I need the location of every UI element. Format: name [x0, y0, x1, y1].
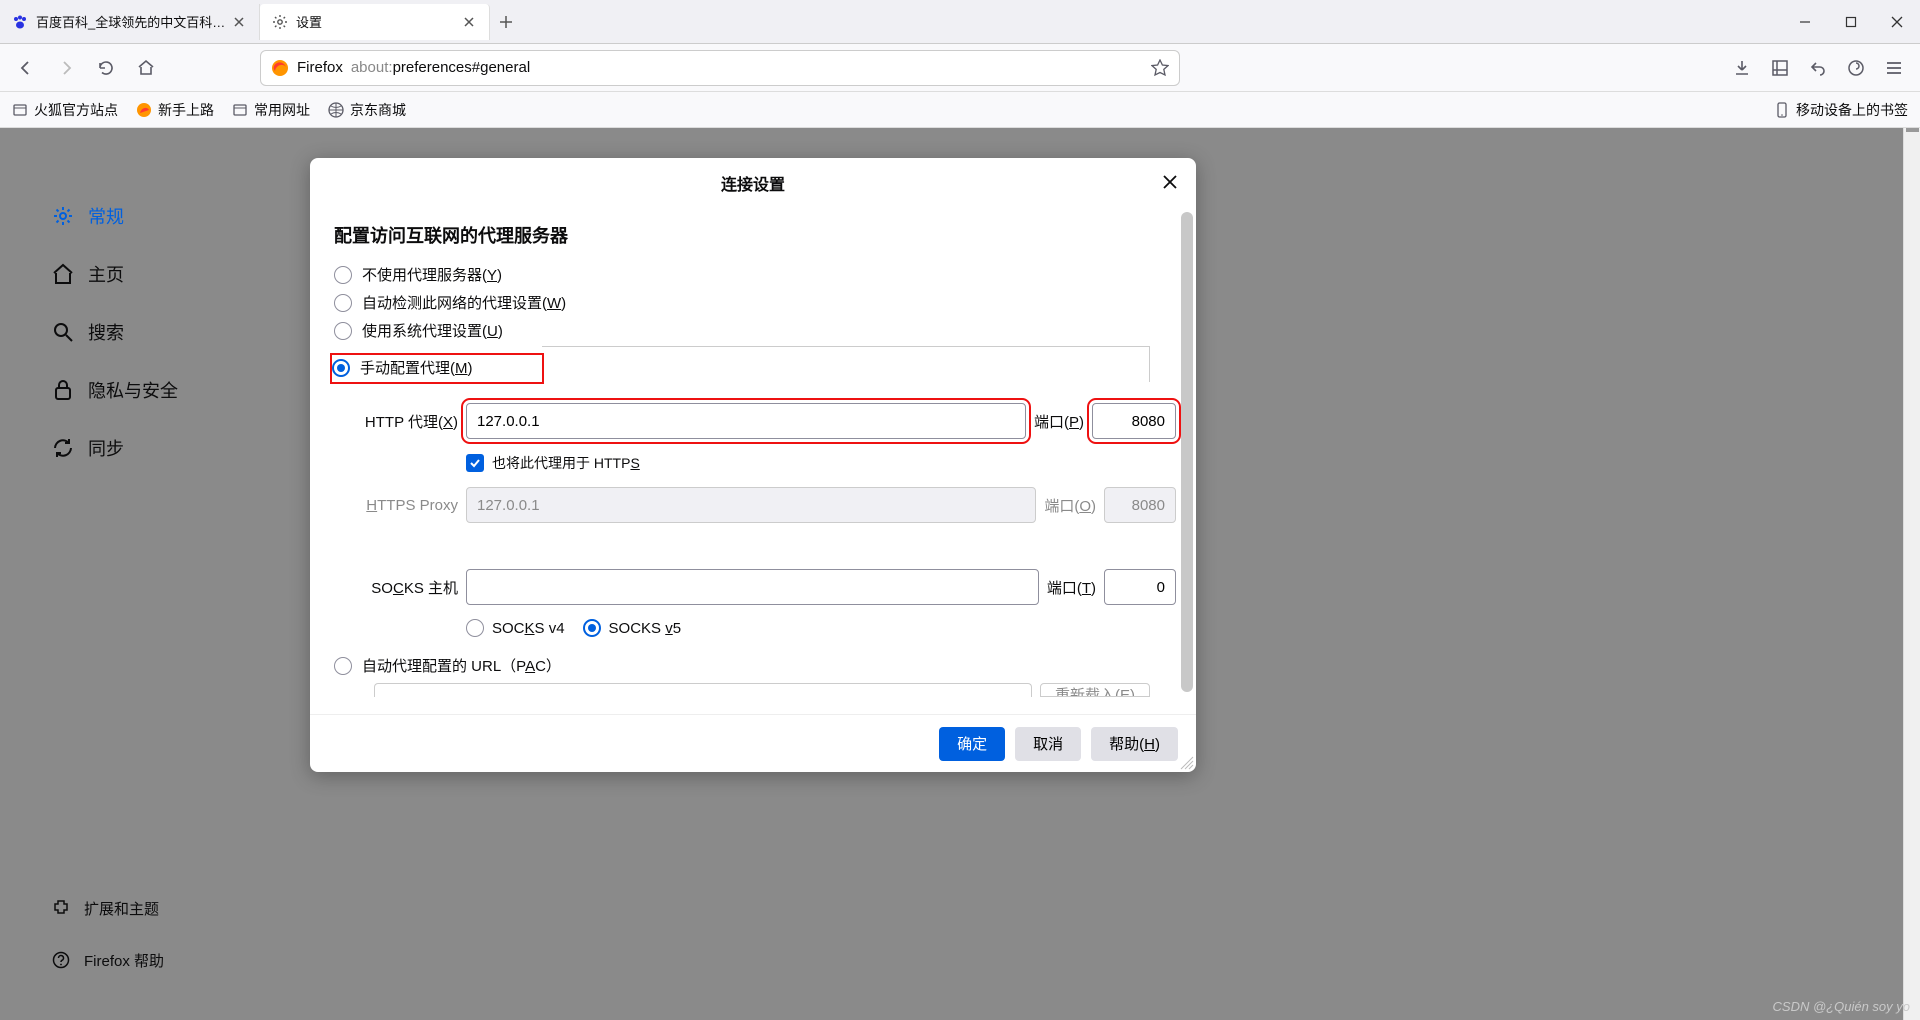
sidebar-item-label: Firefox 帮助 — [84, 950, 164, 971]
radio-icon — [583, 619, 601, 637]
reload-button[interactable] — [90, 52, 122, 84]
screenshot-icon[interactable] — [1764, 52, 1796, 84]
bookmark-item[interactable]: 常用网址 — [232, 100, 310, 120]
undo-icon[interactable] — [1802, 52, 1834, 84]
socks-port-label: 端口(T) — [1047, 577, 1096, 598]
http-proxy-label: HTTP 代理(X) — [334, 411, 458, 432]
radio-pac[interactable]: 自动代理配置的 URL（PAC） — [334, 655, 1176, 676]
socks-version-row: SOCKS v4 SOCKS v5 — [466, 619, 1176, 637]
http-proxy-input[interactable] — [466, 403, 1026, 439]
baidu-paw-icon — [12, 14, 28, 30]
page-scrollbar[interactable] — [1903, 128, 1920, 1020]
firefox-icon — [271, 59, 289, 77]
close-icon[interactable] — [461, 14, 477, 30]
sidebar-item-general[interactable]: 常规 — [40, 196, 190, 236]
dialog-footer: 确定 取消 帮助(H) — [310, 714, 1196, 772]
socks-host-row: SOCKS 主机 端口(T) — [334, 569, 1176, 605]
sidebar-item-home[interactable]: 主页 — [40, 254, 190, 294]
maximize-button[interactable] — [1828, 0, 1874, 44]
bookmark-bar: 火狐官方站点 新手上路 常用网址 京东商城 移动设备上的书签 — [0, 92, 1920, 128]
urlbar-text: about:preferences#general — [351, 59, 1143, 76]
radio-socks5[interactable]: SOCKS v5 — [583, 619, 682, 637]
cancel-button[interactable]: 取消 — [1015, 727, 1081, 761]
help-button[interactable]: 帮助(H) — [1091, 727, 1178, 761]
proxy-heading: 配置访问互联网的代理服务器 — [334, 222, 1176, 248]
sidebar-item-extensions[interactable]: 扩展和主题 — [40, 888, 176, 928]
sidebar-item-label: 扩展和主题 — [84, 898, 159, 919]
url-bar[interactable]: Firefox about:preferences#general — [260, 50, 1180, 86]
radio-socks4[interactable]: SOCKS v4 — [466, 619, 565, 637]
https-port-input — [1104, 487, 1176, 523]
http-port-input[interactable] — [1092, 403, 1176, 439]
watermark: CSDN @¿Quién soy yo — [1773, 999, 1910, 1014]
window-controls — [1782, 0, 1920, 44]
back-button[interactable] — [10, 52, 42, 84]
close-window-button[interactable] — [1874, 0, 1920, 44]
tab-title: 设置 — [296, 12, 461, 31]
radio-icon — [334, 322, 352, 340]
http-proxy-row: HTTP 代理(X) 端口(P) — [334, 403, 1176, 439]
radio-icon — [334, 294, 352, 312]
sidebar-item-label: 搜索 — [88, 319, 124, 345]
nav-toolbar: Firefox about:preferences#general — [0, 44, 1920, 92]
sidebar-item-label: 隐私与安全 — [88, 377, 178, 403]
http-port-label: 端口(P) — [1034, 411, 1084, 432]
bookmark-item[interactable]: 京东商城 — [328, 100, 406, 120]
home-button[interactable] — [130, 52, 162, 84]
urlbar-brand: Firefox — [297, 59, 343, 76]
ok-button[interactable]: 确定 — [939, 727, 1005, 761]
socks-port-input[interactable] — [1104, 569, 1176, 605]
radio-no-proxy[interactable]: 不使用代理服务器(Y) — [334, 264, 1176, 285]
radio-icon — [332, 359, 350, 377]
sidebar-item-label: 主页 — [88, 261, 124, 287]
gear-icon — [272, 14, 288, 30]
radio-icon — [334, 657, 352, 675]
titlebar: 百度百科_全球领先的中文百科全书 设置 — [0, 0, 1920, 44]
sidebar-item-search[interactable]: 搜索 — [40, 312, 190, 352]
https-proxy-label: HTTPS Proxy — [334, 497, 458, 514]
https-proxy-row: HTTPS Proxy 端口(O) — [334, 487, 1176, 523]
forward-button[interactable] — [50, 52, 82, 84]
preferences-sidebar: 常规 主页 搜索 隐私与安全 同步 扩展和主题 Firefox 帮助 — [0, 128, 260, 1020]
radio-manual-proxy[interactable]: 手动配置代理(M) — [332, 355, 542, 382]
dialog-title: 连接设置 — [721, 171, 785, 195]
dialog-scrollbar[interactable] — [1181, 212, 1193, 692]
resize-handle-icon[interactable] — [1180, 756, 1194, 770]
sidebar-item-label: 同步 — [88, 435, 124, 461]
socks-host-label: SOCKS 主机 — [334, 577, 458, 598]
https-port-label: 端口(O) — [1044, 495, 1096, 516]
radio-icon — [334, 266, 352, 284]
radio-icon — [466, 619, 484, 637]
also-https-row[interactable]: 也将此代理用于 HTTPS — [466, 453, 1176, 473]
dialog-close-button[interactable] — [1156, 168, 1184, 196]
bookmark-item[interactable]: 火狐官方站点 — [12, 100, 118, 120]
sidebar-item-sync[interactable]: 同步 — [40, 428, 190, 468]
tab-settings[interactable]: 设置 — [260, 4, 490, 40]
download-icon[interactable] — [1726, 52, 1758, 84]
minimize-button[interactable] — [1782, 0, 1828, 44]
bookmark-item[interactable]: 新手上路 — [136, 100, 214, 120]
sidebar-item-help[interactable]: Firefox 帮助 — [40, 940, 176, 980]
radio-auto-detect[interactable]: 自动检测此网络的代理设置(W) — [334, 292, 1176, 313]
https-proxy-input — [466, 487, 1036, 523]
radio-system-proxy[interactable]: 使用系统代理设置(U) — [334, 320, 1176, 341]
connection-settings-dialog: 连接设置 配置访问互联网的代理服务器 不使用代理服务器(Y) 自动检测此网络的代… — [310, 158, 1196, 772]
tab-title: 百度百科_全球领先的中文百科全书 — [36, 12, 231, 31]
bookmark-mobile[interactable]: 移动设备上的书签 — [1774, 100, 1908, 120]
dialog-header: 连接设置 — [310, 158, 1196, 208]
new-tab-button[interactable] — [490, 15, 522, 29]
dialog-body: 配置访问互联网的代理服务器 不使用代理服务器(Y) 自动检测此网络的代理设置(W… — [310, 208, 1196, 714]
checkbox-icon — [466, 454, 484, 472]
close-icon[interactable] — [231, 14, 247, 30]
menu-icon[interactable] — [1878, 52, 1910, 84]
pac-reload-button: 重新载入(E) — [1040, 683, 1150, 697]
sidebar-item-label: 常规 — [88, 203, 124, 229]
sidebar-item-privacy[interactable]: 隐私与安全 — [40, 370, 190, 410]
socks-host-input[interactable] — [466, 569, 1039, 605]
tab-baidu[interactable]: 百度百科_全球领先的中文百科全书 — [0, 4, 260, 40]
bookmark-star-icon[interactable] — [1151, 59, 1169, 77]
extension-icon[interactable] — [1840, 52, 1872, 84]
